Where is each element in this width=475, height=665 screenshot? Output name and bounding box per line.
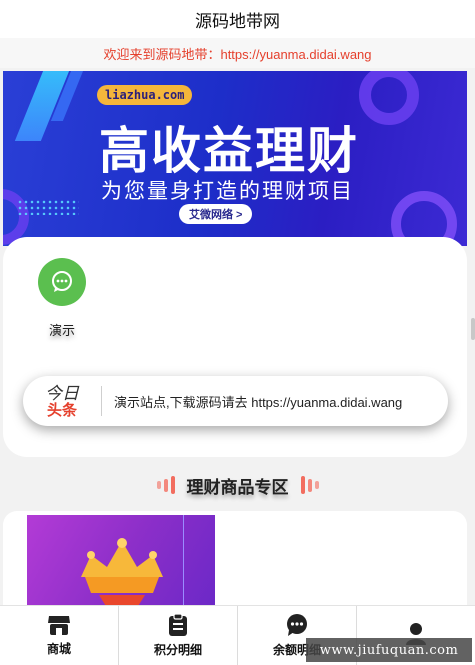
section-title: 理财商品专区 [186,477,289,497]
banner-ring-decoration [359,71,419,125]
section-title-decoration-right [300,476,319,494]
notice-text: 欢迎来到源码地带：https://yuanma.didai.wang [103,46,372,62]
banner-button[interactable]: 艾微网络 > [179,204,253,224]
section-title-decoration-left [156,476,175,494]
ticker-message[interactable]: 演示站点,下载源码请去 https://yuanma.didai.wang [102,392,402,411]
app-header: 源码地带网 [0,0,475,38]
section-header: 理财商品专区 [0,472,475,498]
page-title: 源码地带网 [195,11,280,31]
tab-label: 积分明细 [153,643,202,657]
grid-item-demo[interactable]: 演示 [37,258,87,339]
banner-badge: liazhua.com [97,85,193,105]
product-list [3,511,467,611]
clipboard-icon [169,613,187,636]
thumbnail-divider [183,515,184,611]
product-thumbnail[interactable] [27,515,215,611]
chat-icon [287,614,307,636]
site-watermark: www.jiufuquan.com [306,638,472,662]
welcome-notice: 欢迎来到源码地带：https://yuanma.didai.wang [0,38,475,68]
toutiao-logo-bottom: 头条 [46,401,77,419]
promo-banner[interactable]: liazhua.com 高收益理财 为您量身打造的理财项目 艾微网络 > [3,71,467,246]
toutiao-logo-top: 今日 [45,383,79,403]
banner-headline: 高收益理财 [99,123,359,179]
tab-mall[interactable]: 商城 [0,606,119,665]
feature-card: 演示 今日 头条 演示站点,下载源码请去 https://yuanma.dida… [3,237,467,457]
scrollbar-handle[interactable] [471,318,475,340]
banner-dots-decoration [17,199,79,215]
headline-ticker[interactable]: 今日 头条 演示站点,下载源码请去 https://yuanma.didai.w… [23,376,448,426]
grid-item-label: 演示 [48,323,75,338]
tab-label: 商城 [46,642,71,656]
store-icon [48,616,70,635]
banner-subline: 为您量身打造的理财项目 [101,180,354,203]
toutiao-logo: 今日 头条 [23,385,101,418]
chat-bubble-icon [38,258,86,306]
tab-points[interactable]: 积分明细 [119,606,238,665]
crown-icon [81,538,163,611]
